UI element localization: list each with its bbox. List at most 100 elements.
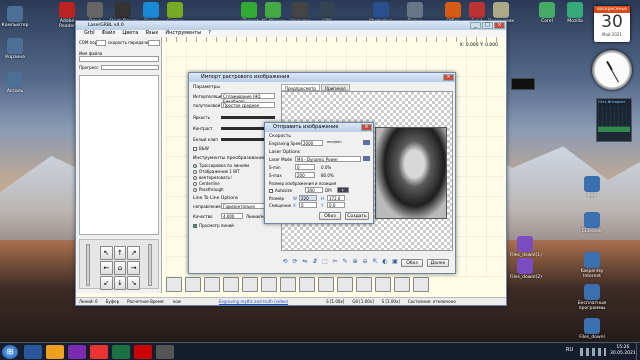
laser-mode-select[interactable]: M4 - Dynamic Power [295, 156, 361, 162]
jog-arrow-button[interactable]: ↑ [113, 246, 127, 260]
desktop-icon[interactable]: Files_downl(1) [510, 236, 542, 258]
engrave-titlebar[interactable]: Отправить изображение × [265, 123, 373, 132]
tool-button[interactable] [413, 277, 429, 292]
import-titlebar[interactable]: Импорт растрового изображения × [189, 73, 455, 82]
desktop-icon[interactable]: Files_downl [577, 318, 607, 340]
preview-tool-icon[interactable]: ⇋ [301, 258, 309, 266]
jog-arrow-button[interactable]: ↓ [113, 276, 127, 290]
preview-tool-icon[interactable]: ◐ [381, 258, 389, 266]
tool-button[interactable] [204, 277, 220, 292]
minimize-button[interactable]: _ [470, 22, 481, 29]
smin-field[interactable]: 0 [295, 164, 315, 170]
preview-tool-icon[interactable]: ⇱ [371, 258, 379, 266]
engraving-speed-field[interactable]: 2000 [301, 140, 323, 146]
jog-speed-slider[interactable] [86, 244, 90, 286]
tray-lang[interactable]: RU [566, 347, 573, 353]
preview-tab[interactable]: Предпросмотр [281, 84, 320, 91]
jog-arrow-button[interactable]: ↙ [100, 276, 113, 290]
menu-item[interactable]: Инструменты [165, 30, 201, 37]
taskbar-app-button[interactable] [156, 345, 174, 359]
menu-item[interactable]: Язык [145, 30, 158, 37]
tool-button[interactable] [394, 277, 410, 292]
filename-field[interactable] [79, 56, 159, 62]
media-widget[interactable] [511, 78, 535, 90]
speed-info-icon[interactable] [363, 140, 370, 145]
desktop-icon[interactable]: Corel [532, 2, 562, 24]
engrave-create-button[interactable]: Создать [345, 212, 369, 220]
preview-tool-icon[interactable]: ✂ [331, 258, 339, 266]
tool-button[interactable] [223, 277, 239, 292]
quality-field[interactable]: 4.000 [221, 213, 243, 219]
tool-button[interactable] [261, 277, 277, 292]
engrave-close-button[interactable]: × [361, 124, 372, 131]
menu-item[interactable]: Файл [102, 30, 116, 37]
dpi-field[interactable]: 300 [305, 187, 323, 193]
taskbar-app-button[interactable] [68, 345, 86, 359]
status-gfx[interactable]: G0 [1.00x] [352, 298, 373, 305]
tool-button[interactable] [166, 277, 182, 292]
tool-button[interactable] [242, 277, 258, 292]
taskbar-app-button[interactable] [46, 345, 64, 359]
clock-gadget[interactable] [592, 50, 632, 90]
brightness-slider[interactable] [221, 116, 275, 119]
menu-item[interactable]: Цвета [122, 30, 138, 37]
preview-tool-icon[interactable]: ⊕ [351, 258, 359, 266]
desktop-icon[interactable]: Бесплатные программы [577, 284, 607, 311]
offset-y-field[interactable]: 0.0 [327, 202, 345, 208]
tool-button[interactable] [299, 277, 315, 292]
import-next-button[interactable]: Далее [427, 259, 449, 267]
desktop-icon[interactable]: Kaspersky Internet [577, 252, 607, 279]
desktop-icon[interactable]: Корзина [0, 38, 30, 60]
desktop-icon[interactable]: Компьютер [0, 6, 30, 28]
status-video-link[interactable]: Engraving myths and truth (video) [219, 298, 288, 305]
port-select[interactable] [96, 40, 106, 46]
preview-tool-icon[interactable]: ⇵ [311, 258, 319, 266]
status-rapid[interactable]: S [1.00x] [382, 298, 400, 305]
jog-arrow-button[interactable]: ↗ [127, 246, 140, 260]
tray-clock[interactable]: 15:26 30.05.2021 [610, 345, 636, 357]
menu-item[interactable]: GrbI [84, 30, 95, 37]
height-field[interactable]: 172.6 [327, 195, 345, 201]
jog-arrow-button[interactable]: → [127, 261, 140, 275]
import-ok-button[interactable]: Обоз [401, 259, 423, 267]
jog-arrow-button[interactable]: ↘ [127, 276, 140, 290]
width-field[interactable]: 220 [299, 195, 317, 201]
show-desktop-button[interactable] [636, 343, 640, 360]
lasergrbl-titlebar[interactable]: LaserGRBL v4.0 _ □ × [76, 21, 506, 30]
jog-arrow-button[interactable]: ⌂ [113, 261, 127, 275]
jog-arrow-button[interactable]: ← [100, 261, 113, 275]
tool-button[interactable] [185, 277, 201, 292]
close-button[interactable]: × [494, 22, 505, 29]
desktop-icon[interactable]: Mozilla [560, 2, 590, 24]
taskbar-app-button[interactable] [112, 345, 130, 359]
preview-tab[interactable]: Оригинал [320, 84, 350, 91]
autosize-checkbox[interactable]: Autosize [269, 188, 292, 193]
engrave-back-button[interactable]: Обоз [319, 212, 341, 220]
halftone-select[interactable]: Простое среднее [221, 102, 275, 108]
tray-icons[interactable] [580, 348, 606, 356]
preview-tool-icon[interactable]: ▣ [391, 258, 399, 266]
tool-button[interactable] [356, 277, 372, 292]
maximize-button[interactable]: □ [482, 22, 493, 29]
desktop-icon[interactable]: Ассоль [0, 72, 30, 94]
interp-select[interactable]: Сглаживание (HQ Бикубное) [221, 93, 275, 104]
preview-tool-icon[interactable]: ✎ [341, 258, 349, 266]
taskbar-app-button[interactable] [90, 345, 108, 359]
status-speed[interactable]: S [1.00x] [326, 298, 344, 305]
desktop-icon[interactable]: Files_downl(2) [510, 258, 542, 280]
desktop-icon[interactable]: Бух [577, 176, 607, 198]
taskbar-app-button[interactable] [134, 345, 152, 359]
bw-checkbox[interactable]: B&W [193, 146, 209, 151]
preview-tool-icon[interactable]: ⟳ [291, 258, 299, 266]
tool-button[interactable] [375, 277, 391, 292]
preview-lines-checkbox[interactable]: Просмотр линий [193, 223, 234, 228]
tool-button[interactable] [280, 277, 296, 292]
baud-select[interactable] [148, 40, 160, 46]
import-close-button[interactable]: × [443, 74, 454, 81]
taskbar-app-button[interactable] [24, 345, 42, 359]
smax-field[interactable]: 200 [295, 172, 315, 178]
dpi-apply-button[interactable]: ▸ [337, 187, 349, 193]
desktop-icon[interactable]: CCleaner [577, 212, 607, 234]
cpu-meter-gadget[interactable]: Сеть Интернет [596, 98, 632, 142]
tool-button[interactable] [337, 277, 353, 292]
